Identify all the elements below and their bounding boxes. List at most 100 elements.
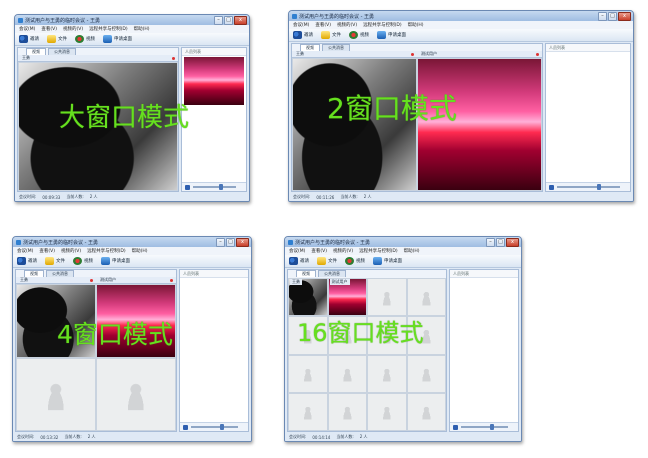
tab-public-messages[interactable]: 公共消息 [46, 270, 74, 277]
menu-remote[interactable]: 远程共享与控制(D) [89, 26, 127, 32]
app-icon [288, 239, 293, 245]
menu-meeting[interactable]: 会议(M) [17, 248, 33, 254]
invite-label: 邀请 [28, 259, 37, 264]
empty-video-cell[interactable] [327, 354, 367, 393]
empty-video-cell[interactable] [406, 278, 446, 317]
window-title: 测试用户与王勇的临时会议 - 王勇 [295, 239, 370, 246]
empty-video-cell[interactable] [96, 357, 176, 431]
minimize-button[interactable]: – [214, 16, 223, 25]
speaker-icon[interactable] [183, 424, 188, 430]
menu-meeting[interactable]: 会议(M) [289, 248, 305, 254]
file-button[interactable]: 文件 [47, 35, 67, 43]
desktop-request-button[interactable]: 申请桌面 [101, 257, 130, 265]
volume-slider[interactable] [461, 424, 508, 430]
close-button[interactable]: x [234, 16, 247, 25]
video-button[interactable]: 视频 [75, 35, 95, 43]
minimize-button[interactable]: – [486, 238, 495, 247]
video-button[interactable]: 视频 [349, 31, 369, 39]
tab-public-messages[interactable]: 公共消息 [318, 270, 346, 277]
participant-count: 2 人 [359, 434, 368, 439]
video-cell[interactable]: 测试用户 [327, 278, 367, 317]
invite-button[interactable]: 邀请 [289, 257, 309, 265]
tab-video[interactable]: 视频 [26, 48, 46, 55]
menu-remote[interactable]: 远程共享与控制(D) [87, 248, 125, 254]
speaker-icon[interactable] [549, 184, 554, 190]
volume-slider[interactable] [191, 424, 238, 430]
participant-count-label: 当前人数: [64, 434, 82, 439]
close-button[interactable]: x [618, 12, 631, 21]
desktop-request-button[interactable]: 申请桌面 [377, 31, 406, 39]
invite-button[interactable]: 邀请 [293, 31, 313, 39]
desktop-request-button[interactable]: 申请桌面 [103, 35, 132, 43]
mode-label: 2窗口模式 [327, 92, 457, 125]
menu-help[interactable]: 帮助(H) [408, 22, 424, 28]
video-label: 视频 [86, 37, 95, 42]
preview-video[interactable] [184, 57, 244, 105]
video-header-user-1: 王勇 [292, 51, 417, 57]
maximize-button[interactable]: □ [224, 16, 233, 25]
empty-video-cell[interactable] [367, 392, 407, 431]
close-button[interactable]: x [236, 238, 249, 247]
menu-view[interactable]: 查看(V) [311, 248, 327, 254]
video-area: 视频 公共消息 王勇 测试用户 [287, 269, 447, 432]
window-title: 测试用户与王勇的临时会议 - 王勇 [299, 13, 374, 20]
empty-video-cell[interactable] [288, 354, 328, 393]
video-cell[interactable]: 王勇 [288, 278, 328, 317]
empty-video-cell[interactable] [16, 357, 96, 431]
menu-meeting[interactable]: 会议(M) [293, 22, 309, 28]
tab-video[interactable]: 视频 [300, 44, 320, 51]
tab-video[interactable]: 视频 [24, 270, 44, 277]
maximize-button[interactable]: □ [608, 12, 617, 21]
tab-public-messages[interactable]: 公共消息 [322, 44, 350, 51]
tab-public-messages[interactable]: 公共消息 [48, 48, 76, 55]
menu-remote[interactable]: 远程共享与控制(D) [359, 248, 397, 254]
close-button[interactable]: x [506, 238, 519, 247]
desktop-request-label: 申请桌面 [384, 259, 402, 264]
menu-video[interactable]: 视频的(V) [337, 22, 357, 28]
empty-video-cell[interactable] [288, 392, 328, 431]
invite-button[interactable]: 邀请 [19, 35, 39, 43]
desktop-request-button[interactable]: 申请桌面 [373, 257, 402, 265]
menu-view[interactable]: 查看(V) [315, 22, 331, 28]
video-header-user-1: 王勇 [16, 277, 96, 283]
tab-video[interactable]: 视频 [296, 270, 316, 277]
menu-view[interactable]: 查看(V) [41, 26, 57, 32]
menu-view[interactable]: 查看(V) [39, 248, 55, 254]
file-button[interactable]: 文件 [321, 31, 341, 39]
menu-video[interactable]: 视频的(V) [63, 26, 83, 32]
file-button[interactable]: 文件 [317, 257, 337, 265]
speaker-icon[interactable] [453, 424, 458, 430]
video-header-user-1: 王勇 [290, 279, 302, 285]
empty-video-cell[interactable] [406, 354, 446, 393]
menu-video[interactable]: 视频的(V) [61, 248, 81, 254]
menu-remote[interactable]: 远程共享与控制(D) [363, 22, 401, 28]
invite-button[interactable]: 邀请 [17, 257, 37, 265]
minimize-button[interactable]: – [598, 12, 607, 21]
empty-video-cell[interactable] [367, 278, 407, 317]
video-button[interactable]: 视频 [73, 257, 93, 265]
speaker-icon[interactable] [185, 184, 190, 190]
video-button[interactable]: 视频 [345, 257, 365, 265]
file-button[interactable]: 文件 [45, 257, 65, 265]
title-bar: 测试用户与王勇的临时会议 - 王勇 – □ x [289, 11, 633, 21]
video-icon [75, 35, 84, 43]
menu-video[interactable]: 视频的(V) [333, 248, 353, 254]
file-icon [317, 257, 326, 265]
empty-video-cell[interactable] [327, 392, 367, 431]
empty-video-cell[interactable] [406, 392, 446, 431]
desktop-share-icon [103, 35, 112, 43]
user-list-panel: 人员列表 [181, 47, 247, 192]
empty-video-cell[interactable] [367, 354, 407, 393]
maximize-button[interactable]: □ [496, 238, 505, 247]
app-icon [18, 17, 23, 23]
maximize-button[interactable]: □ [226, 238, 235, 247]
menu-help[interactable]: 帮助(H) [132, 248, 148, 254]
menu-help[interactable]: 帮助(H) [404, 248, 420, 254]
minimize-button[interactable]: – [216, 238, 225, 247]
menu-meeting[interactable]: 会议(M) [19, 26, 35, 32]
mode-label: 4窗口模式 [57, 320, 173, 349]
volume-slider[interactable] [193, 184, 236, 190]
volume-slider[interactable] [557, 184, 620, 190]
desktop-share-icon [101, 257, 110, 265]
menu-help[interactable]: 帮助(H) [134, 26, 150, 32]
